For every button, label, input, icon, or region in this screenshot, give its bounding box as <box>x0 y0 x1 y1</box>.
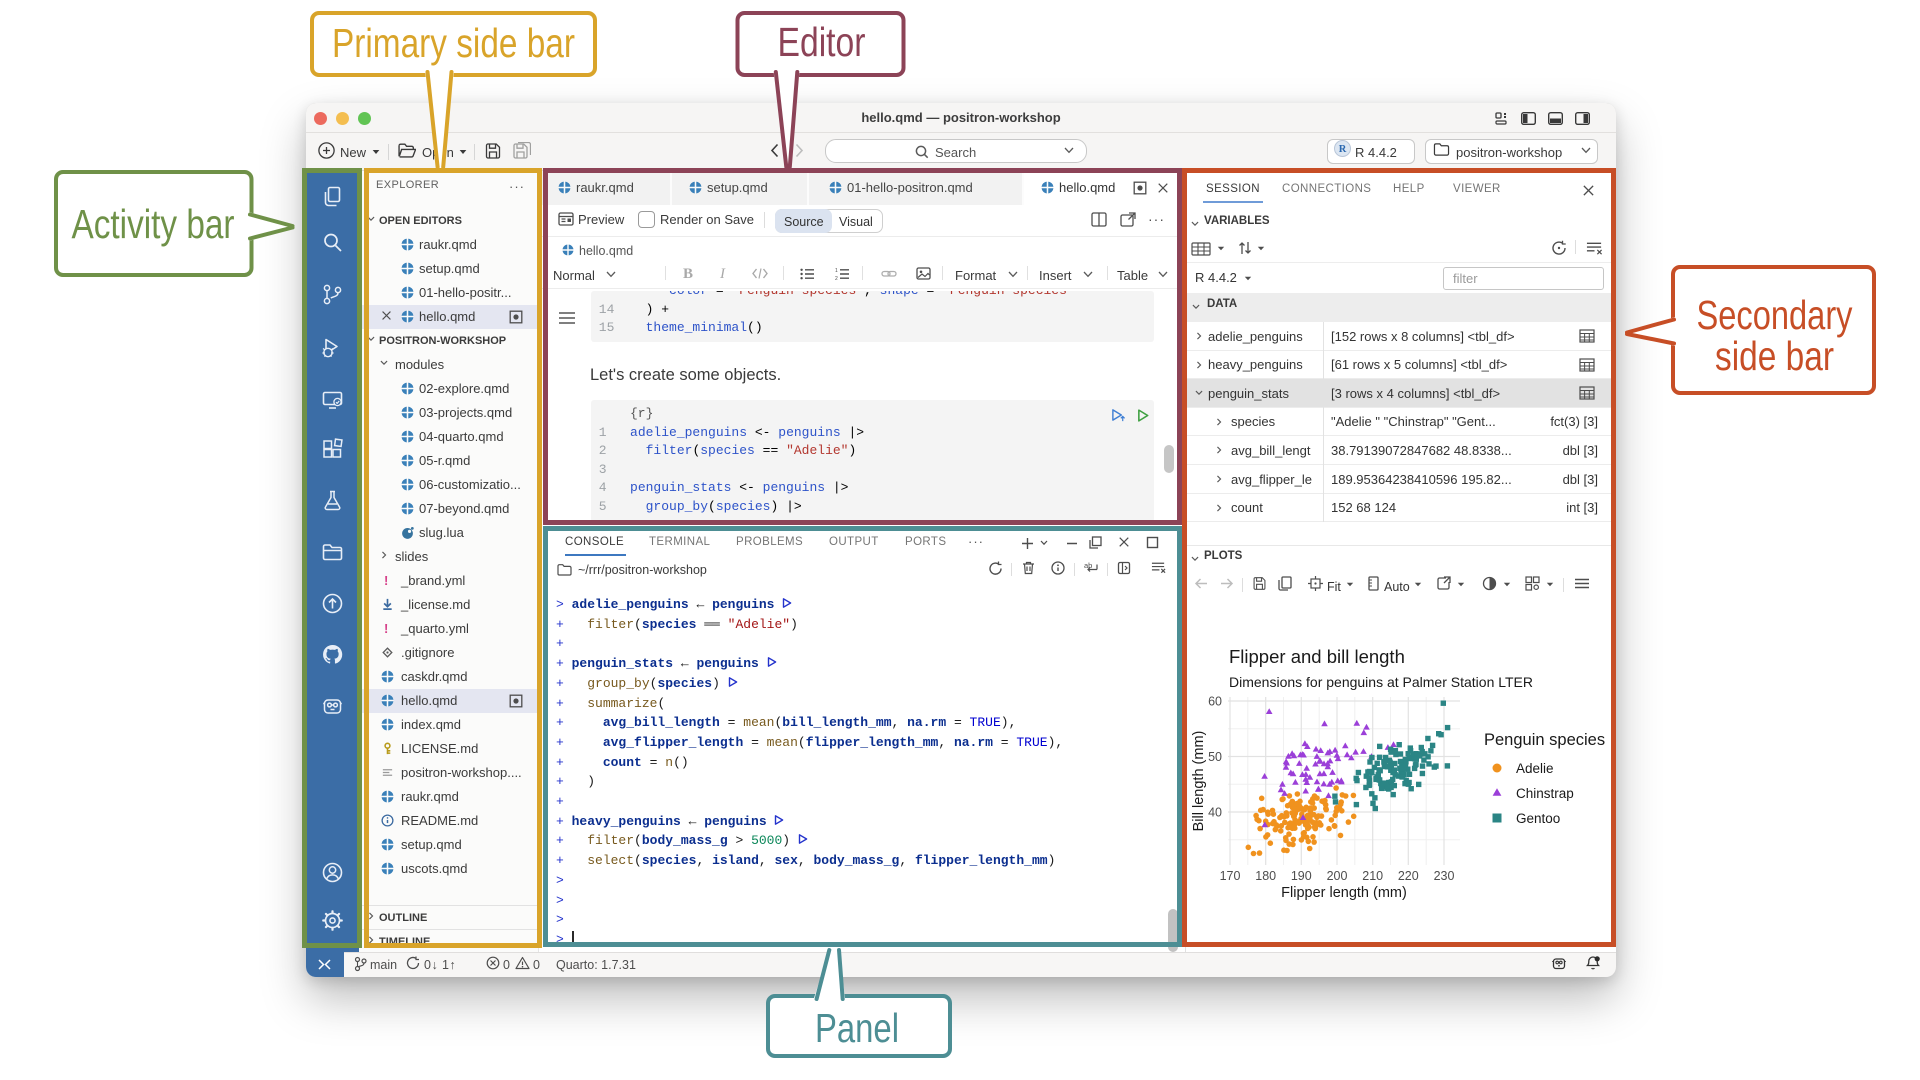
svg-text:Secondary: Secondary <box>1697 292 1853 338</box>
svg-text:210: 210 <box>1362 869 1383 883</box>
svg-text:180: 180 <box>1255 869 1276 883</box>
svg-text:Editor: Editor <box>778 19 866 65</box>
svg-text:Activity bar: Activity bar <box>72 201 235 247</box>
svg-text:200: 200 <box>1327 869 1348 883</box>
svg-text:Gentoo: Gentoo <box>1516 811 1560 826</box>
svg-text:Penguin species: Penguin species <box>1484 731 1605 749</box>
svg-text:side bar: side bar <box>1715 333 1834 379</box>
svg-text:Panel: Panel <box>815 1005 899 1051</box>
svg-text:40: 40 <box>1208 806 1222 820</box>
svg-text:Dimensions for penguins at Pal: Dimensions for penguins at Palmer Statio… <box>1229 674 1533 690</box>
svg-text:Adelie: Adelie <box>1516 761 1554 776</box>
svg-text:R: R <box>1339 144 1347 155</box>
svg-text:Flipper and bill length: Flipper and bill length <box>1229 646 1405 667</box>
svg-text:220: 220 <box>1398 869 1419 883</box>
svg-text:1: 1 <box>835 268 838 274</box>
svg-text:230: 230 <box>1434 869 1455 883</box>
svg-text:170: 170 <box>1220 869 1241 883</box>
svg-text:60: 60 <box>1208 695 1222 709</box>
svg-text:50: 50 <box>1208 750 1222 764</box>
svg-text:Flipper length (mm): Flipper length (mm) <box>1281 885 1407 901</box>
svg-text:Primary side bar: Primary side bar <box>332 20 575 66</box>
svg-text:190: 190 <box>1291 869 1312 883</box>
svg-text:Bill length (mm): Bill length (mm) <box>1191 731 1207 832</box>
svg-text:Chinstrap: Chinstrap <box>1516 786 1574 801</box>
svg-text:2: 2 <box>835 276 838 280</box>
